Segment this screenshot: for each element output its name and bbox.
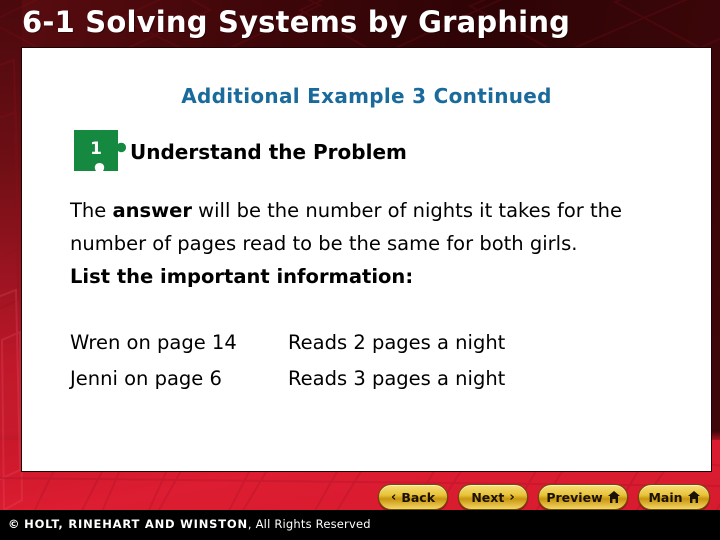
page-title: 6-1 Solving Systems by Graphing [22,5,571,39]
home-icon [607,491,620,503]
main-button-label: Main [648,489,683,505]
copyright-symbol: © [8,517,21,531]
slide-subtitle: Additional Example 3 Continued [181,84,552,108]
home-icon [687,491,700,503]
puzzle-piece-icon: 1 [74,130,126,174]
step-number: 1 [90,138,102,159]
publisher-name: HOLT, RINEHART AND WINSTON [24,517,248,531]
fact-who: Wren on page 14 [70,331,237,354]
fact-rate: Reads 2 pages a night [288,331,506,354]
title-bar: 6-1 Solving Systems by Graphing [0,0,720,48]
body-line-pre: The [70,199,113,222]
footer-bar: © HOLT, RINEHART AND WINSTON, All Rights… [0,510,720,540]
list-item: Wren on page 14 Reads 2 pages a night [70,325,670,361]
next-button-label: Next [471,489,505,505]
chevron-right-icon: › [509,489,515,505]
copyright-notice: © HOLT, RINEHART AND WINSTON, All Rights… [8,517,371,531]
slide: 6-1 Solving Systems by Graphing Addition… [0,0,720,540]
rights-text: , All Rights Reserved [247,517,371,531]
preview-button[interactable]: Preview [538,484,628,510]
preview-button-label: Preview [546,489,603,505]
step-title: Understand the Problem [130,140,407,164]
list-information-heading: List the important information: [70,265,414,288]
back-button[interactable]: ‹ Back [378,484,448,510]
main-button[interactable]: Main [638,484,710,510]
back-button-label: Back [401,489,436,505]
body-emphasis-answer: answer [112,199,192,222]
step-marker-row: 1 Understand the Problem [74,130,407,174]
next-button[interactable]: Next › [458,484,528,510]
fact-rate: Reads 3 pages a night [288,367,506,390]
problem-description: The answer will be the number of nights … [70,194,670,293]
fact-who: Jenni on page 6 [70,367,222,390]
chevron-left-icon: ‹ [390,489,397,505]
given-information-list: Wren on page 14 Reads 2 pages a night Je… [70,325,670,397]
content-panel: Additional Example 3 Continued 1 Underst… [21,47,712,472]
list-item: Jenni on page 6 Reads 3 pages a night [70,361,670,397]
navigation-bar: ‹ Back Next › Preview Main [0,484,720,512]
